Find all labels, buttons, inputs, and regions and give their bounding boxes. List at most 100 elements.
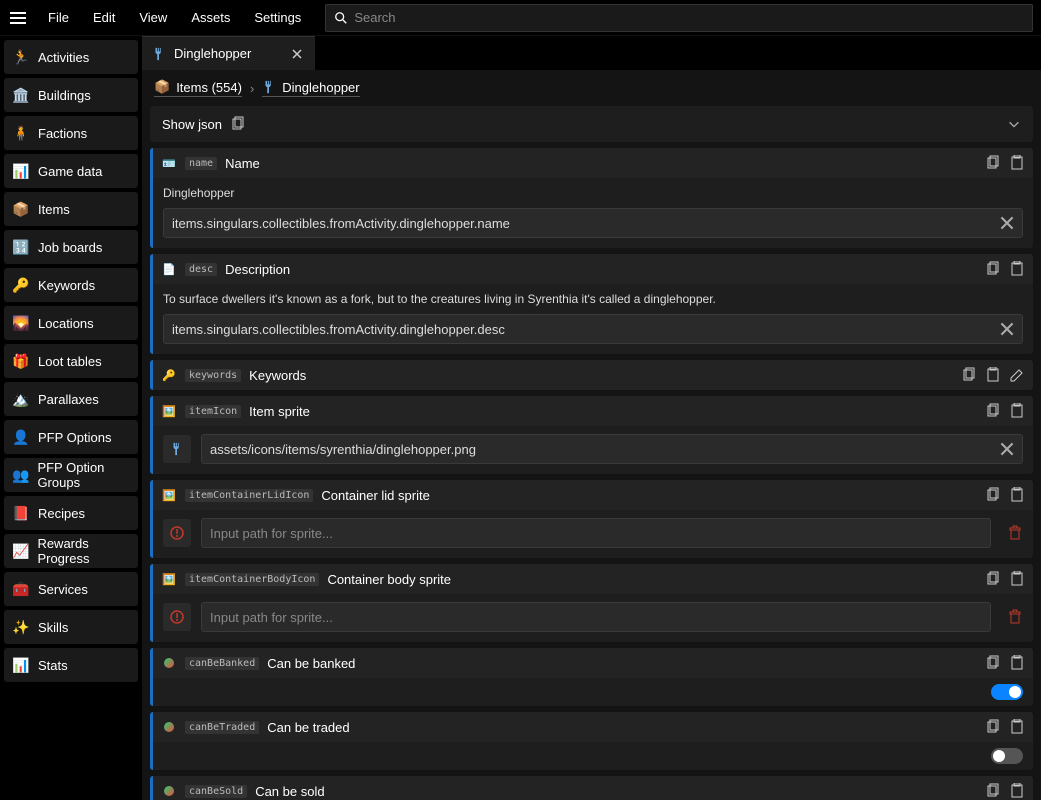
fork-icon [170,442,184,456]
sidebar-item-stats[interactable]: 📊Stats [4,648,138,682]
body-path-input[interactable] [201,602,991,632]
search-field[interactable] [325,4,1033,32]
sidebar-item-items[interactable]: 📦Items [4,192,138,226]
chevron-down-icon[interactable] [1007,117,1021,131]
field-label: Can be sold [255,784,324,799]
sidebar-item-factions[interactable]: 🧍Factions [4,116,138,150]
paste-icon[interactable] [1009,783,1025,799]
sidebar-icon: 📕 [12,504,30,522]
field-header-itemContainerLidIcon: 🖼️ itemContainerLidIcon Container lid sp… [153,480,1033,510]
tab-close-button[interactable] [289,46,305,62]
breadcrumb-items[interactable]: 📦 Items (554) [154,79,242,97]
field-header-canBeSold: canBeSold Can be sold [153,776,1033,800]
error-icon [169,525,185,541]
sidebar-icon: 📈 [12,542,29,560]
field-header-name: 🪪 name Name [153,148,1033,178]
sidebar-item-loot-tables[interactable]: 🎁 Loot tables [4,344,138,378]
copy-icon[interactable] [985,655,1001,671]
name-path-input[interactable] [163,208,1023,238]
sidebar: 🏃Activities 🏛️Buildings 🧍Factions 📊Game dat… [0,36,142,800]
paste-icon[interactable] [1009,261,1025,277]
sidebar-item-pfp-option-groups[interactable]: 👥PFP Option Groups [4,458,138,492]
paste-icon[interactable] [1009,655,1025,671]
itemicon-path-input[interactable] [201,434,1023,464]
edit-icon[interactable] [1009,367,1025,383]
sidebar-item-activities[interactable]: 🏃Activities [4,40,138,74]
search-input[interactable] [354,10,1024,25]
tab-title: Dinglehopper [174,46,251,61]
sprite-preview[interactable] [163,435,191,463]
field-label: Description [225,262,290,277]
copy-icon[interactable] [985,487,1001,503]
sidebar-item-game-data[interactable]: 📊Game data [4,154,138,188]
copy-icon[interactable] [985,571,1001,587]
copy-icon[interactable] [985,261,1001,277]
menu-view[interactable]: View [127,0,179,36]
paste-icon[interactable] [1009,571,1025,587]
sprite-preview-empty[interactable] [163,519,191,547]
breadcrumb-current[interactable]: Dinglehopper [262,80,359,97]
clear-icon[interactable] [1000,442,1014,456]
sidebar-item-services[interactable]: 🧰Services [4,572,138,606]
show-json-bar[interactable]: Show json [150,106,1033,142]
clear-icon[interactable] [1000,322,1014,336]
sidebar-item-parallaxes[interactable]: 🏔️ Parallaxes [4,382,138,416]
paste-icon[interactable] [985,367,1001,383]
field-itemicon: 🖼️ itemIcon Item sprite [150,396,1033,474]
toggle-traded[interactable] [991,748,1023,764]
sidebar-item-label: Activities [38,50,89,65]
field-label: Container body sprite [327,572,451,587]
sidebar-icon: 🌄 [12,314,30,332]
sidebar-icon: 🏛️ [12,86,30,104]
menu-settings[interactable]: Settings [242,0,313,36]
sidebar-item-recipes[interactable]: 📕Recipes [4,496,138,530]
sidebar-icon: 🔢 [12,238,30,256]
field-type-icon: 🖼️ [161,571,177,587]
field-prop-tag: canBeBanked [185,657,259,670]
menu-edit[interactable]: Edit [81,0,127,36]
box-icon: 📦 [154,79,170,95]
copy-icon[interactable] [961,367,977,383]
clear-icon[interactable] [1000,216,1014,230]
field-traded: canBeTraded Can be traded [150,712,1033,770]
paste-icon[interactable] [1009,719,1025,735]
trash-icon[interactable] [1007,609,1023,625]
field-header-itemIcon: 🖼️ itemIcon Item sprite [153,396,1033,426]
menu-assets[interactable]: Assets [179,0,242,36]
field-prop-tag: canBeTraded [185,721,259,734]
sidebar-item-keywords[interactable]: 🔑Keywords [4,268,138,302]
sidebar-item-job-boards[interactable]: 🔢Job boards [4,230,138,264]
lid-path-input[interactable] [201,518,991,548]
paste-icon[interactable] [1009,403,1025,419]
sidebar-item-rewards-progress[interactable]: 📈Rewards Progress [4,534,138,568]
field-prop-tag: desc [185,263,217,276]
sidebar-item-label: Loot tables [38,354,102,369]
sidebar-icon: 🏔️ [12,390,30,408]
menu-file[interactable]: File [36,0,81,36]
sidebar-item-locations[interactable]: 🌄Locations [4,306,138,340]
copy-icon[interactable] [985,155,1001,171]
copy-icon[interactable] [230,116,246,132]
sprite-preview-empty[interactable] [163,603,191,631]
sidebar-item-label: Parallaxes [38,392,99,407]
field-prop-tag: itemContainerLidIcon [185,489,313,502]
hamburger-button[interactable] [0,0,36,36]
desc-path-input[interactable] [163,314,1023,344]
sidebar-icon: 👤 [12,428,30,446]
tab-dinglehopper[interactable]: Dinglehopper [142,36,315,70]
field-header-itemContainerBodyIcon: 🖼️ itemContainerBodyIcon Container body … [153,564,1033,594]
sidebar-item-buildings[interactable]: 🏛️Buildings [4,78,138,112]
copy-icon[interactable] [985,403,1001,419]
sidebar-icon: 🧍 [12,124,30,142]
paste-icon[interactable] [1009,155,1025,171]
sidebar-item-skills[interactable]: ✨Skills [4,610,138,644]
sidebar-item-pfp-options[interactable]: 👤PFP Options [4,420,138,454]
trash-icon[interactable] [1007,525,1023,541]
paste-icon[interactable] [1009,487,1025,503]
copy-icon[interactable] [985,719,1001,735]
fork-icon [262,80,276,94]
toggle-banked[interactable] [991,684,1023,700]
copy-icon[interactable] [985,783,1001,799]
sidebar-icon: 🎁 [12,352,30,370]
show-json-label: Show json [162,117,222,132]
